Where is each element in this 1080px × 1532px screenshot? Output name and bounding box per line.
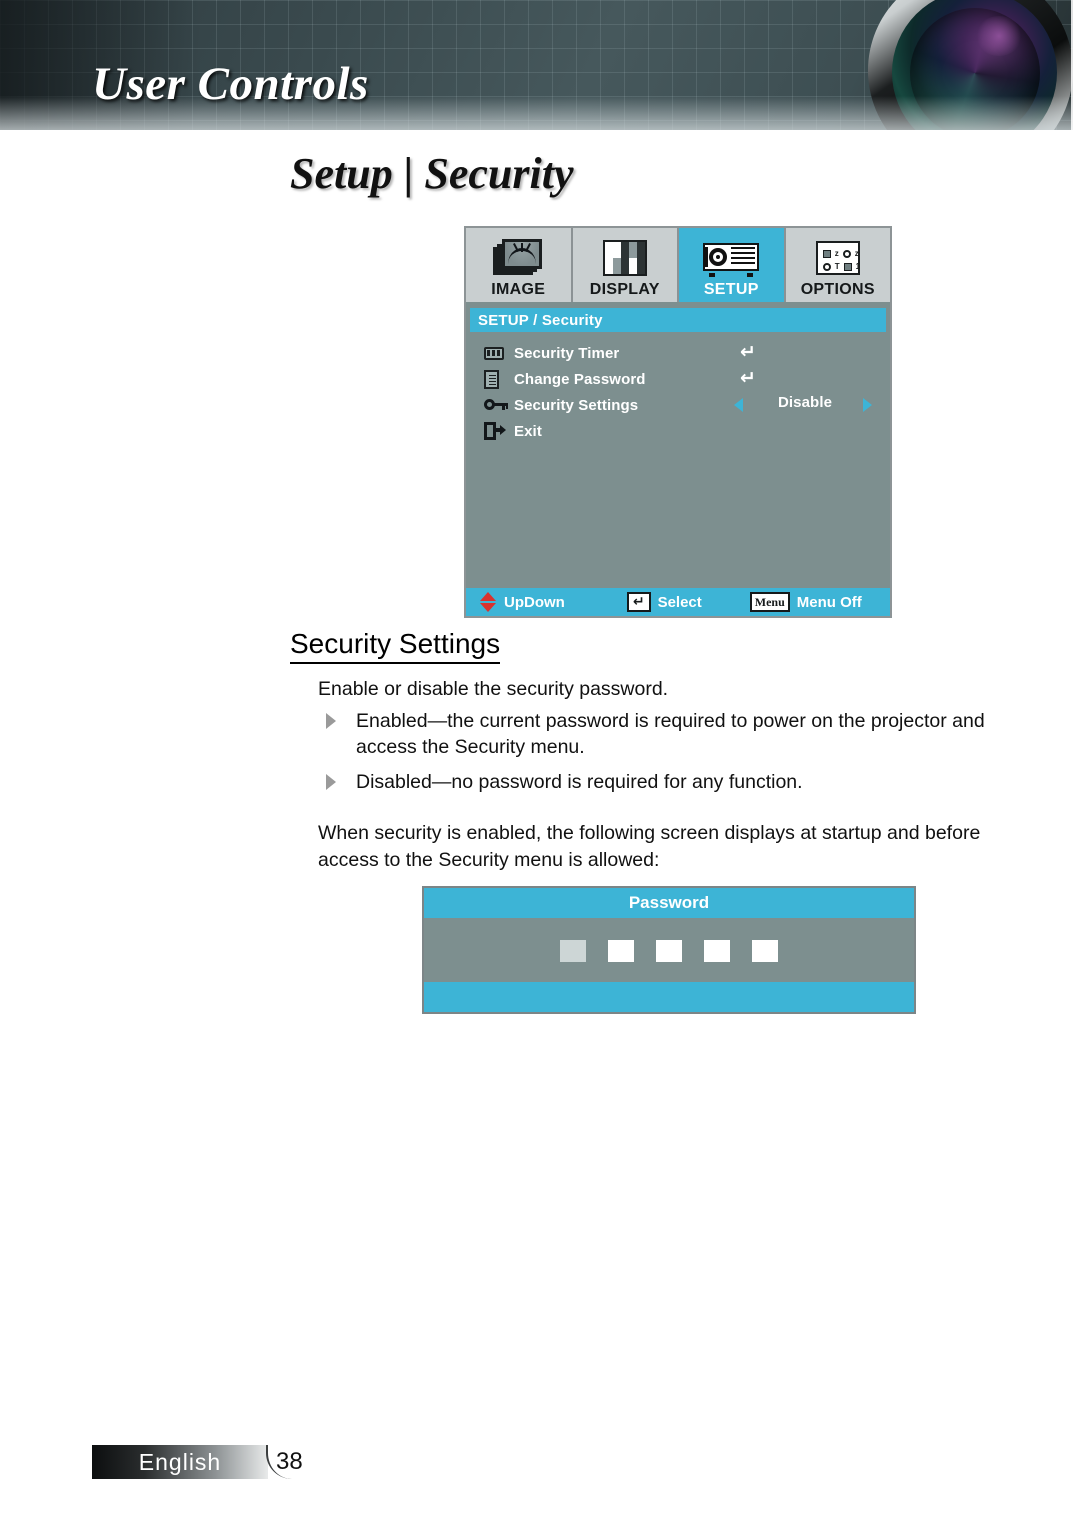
osd-hint-menuoff-label: Menu Off bbox=[796, 593, 862, 611]
banner-right-rule bbox=[1073, 0, 1080, 130]
password-entry-boxes[interactable] bbox=[424, 918, 914, 984]
page-title: Setup | Security bbox=[290, 149, 574, 198]
osd-tab-image-label: IMAGE bbox=[491, 281, 546, 298]
osd-tab-bar: IMAGE DISPLAY SETUP z z T 1 OPTIONS bbox=[466, 228, 890, 302]
password-box[interactable] bbox=[656, 940, 682, 962]
osd-row-control bbox=[724, 418, 886, 444]
osd-hint-bar: UpDown ↵ Select Menu Menu Off bbox=[466, 588, 890, 616]
osd-tab-setup[interactable]: SETUP bbox=[679, 228, 786, 302]
bullet-triangle-icon bbox=[326, 774, 336, 790]
list-item: Enabled—the current password is required… bbox=[318, 708, 1038, 760]
projector-icon bbox=[703, 236, 760, 280]
list-item-text: Enabled—the current password is required… bbox=[356, 710, 985, 758]
page-number: 38 bbox=[276, 1448, 303, 1475]
list-item: Disabled—no password is required for any… bbox=[318, 769, 1038, 795]
osd-hint-menuoff: Menu Menu Off bbox=[749, 592, 862, 612]
key-icon bbox=[484, 399, 514, 411]
osd-row-control[interactable]: ↵ bbox=[724, 366, 886, 392]
password-box[interactable] bbox=[752, 940, 778, 962]
osd-tab-setup-label: SETUP bbox=[703, 281, 759, 298]
osd-row-label: Security Timer bbox=[514, 344, 620, 362]
enter-key-icon: ↵ bbox=[626, 592, 651, 612]
section-heading: Security Settings bbox=[290, 628, 501, 664]
osd-row-security-timer[interactable]: Security Timer ↵ bbox=[470, 340, 886, 366]
bullet-triangle-icon bbox=[326, 713, 336, 729]
footer-language-label: English bbox=[138, 1448, 222, 1475]
image-stack-icon bbox=[493, 236, 543, 280]
osd-row-label: Security Settings bbox=[514, 396, 639, 414]
password-dialog-footer-bar bbox=[424, 982, 914, 1012]
osd-row-change-password[interactable]: Change Password ↵ bbox=[470, 366, 886, 392]
osd-row-control[interactable]: Disable bbox=[724, 392, 886, 418]
page-banner: User Controls bbox=[0, 0, 1080, 130]
osd-item-list: Security Timer ↵ Change Password ↵ Secur bbox=[466, 332, 890, 444]
osd-hint-select: ↵ Select bbox=[626, 592, 702, 612]
display-bars-icon bbox=[602, 236, 647, 280]
osd-hint-select-label: Select bbox=[657, 593, 702, 611]
osd-tab-options-label: OPTIONS bbox=[800, 281, 875, 298]
osd-row-label: Change Password bbox=[514, 370, 646, 388]
osd-tab-image[interactable]: IMAGE bbox=[466, 228, 573, 302]
osd-hint-updown-label: UpDown bbox=[504, 593, 565, 611]
osd-menu: IMAGE DISPLAY SETUP z z T 1 OPTIONS SETU… bbox=[464, 226, 892, 618]
list-item-text: Disabled—no password is required for any… bbox=[356, 771, 803, 793]
security-timer-icon bbox=[484, 346, 514, 360]
options-grid-icon: zz T1 bbox=[815, 236, 860, 280]
page-root: User Controls Setup | Security IMAGE DIS… bbox=[0, 0, 1080, 1532]
osd-row-control[interactable]: ↵ bbox=[724, 340, 886, 366]
change-password-icon bbox=[484, 369, 514, 389]
up-down-arrows-icon bbox=[480, 592, 496, 612]
osd-tab-options[interactable]: zz T1 OPTIONS bbox=[785, 228, 890, 302]
password-dialog: Password bbox=[422, 886, 916, 1014]
menu-key-icon: Menu bbox=[749, 592, 790, 612]
osd-tab-display-label: DISPLAY bbox=[589, 281, 660, 298]
password-box[interactable] bbox=[608, 940, 634, 962]
enter-arrow-icon: ↵ bbox=[740, 341, 757, 363]
osd-row-exit[interactable]: Exit bbox=[470, 418, 886, 444]
osd-tab-display[interactable]: DISPLAY bbox=[572, 228, 679, 302]
osd-row-security-settings[interactable]: Security Settings Disable bbox=[470, 392, 886, 418]
osd-breadcrumb: SETUP / Security bbox=[470, 308, 886, 332]
osd-row-value: Disable bbox=[777, 394, 833, 411]
section-bullet-list: Enabled—the current password is required… bbox=[318, 708, 1038, 804]
chevron-right-icon[interactable] bbox=[863, 398, 872, 412]
password-dialog-title: Password bbox=[424, 888, 914, 918]
banner-title: User Controls bbox=[92, 58, 369, 110]
section-closing: When security is enabled, the following … bbox=[318, 822, 981, 871]
password-box[interactable] bbox=[704, 940, 730, 962]
password-box[interactable] bbox=[560, 940, 586, 962]
section-intro: Enable or disable the security password. bbox=[318, 678, 669, 700]
osd-hint-updown: UpDown bbox=[480, 592, 565, 612]
enter-arrow-icon: ↵ bbox=[740, 367, 757, 389]
footer-language-tab: English bbox=[92, 1445, 268, 1479]
osd-row-label: Exit bbox=[514, 422, 542, 440]
exit-door-icon bbox=[484, 422, 514, 440]
